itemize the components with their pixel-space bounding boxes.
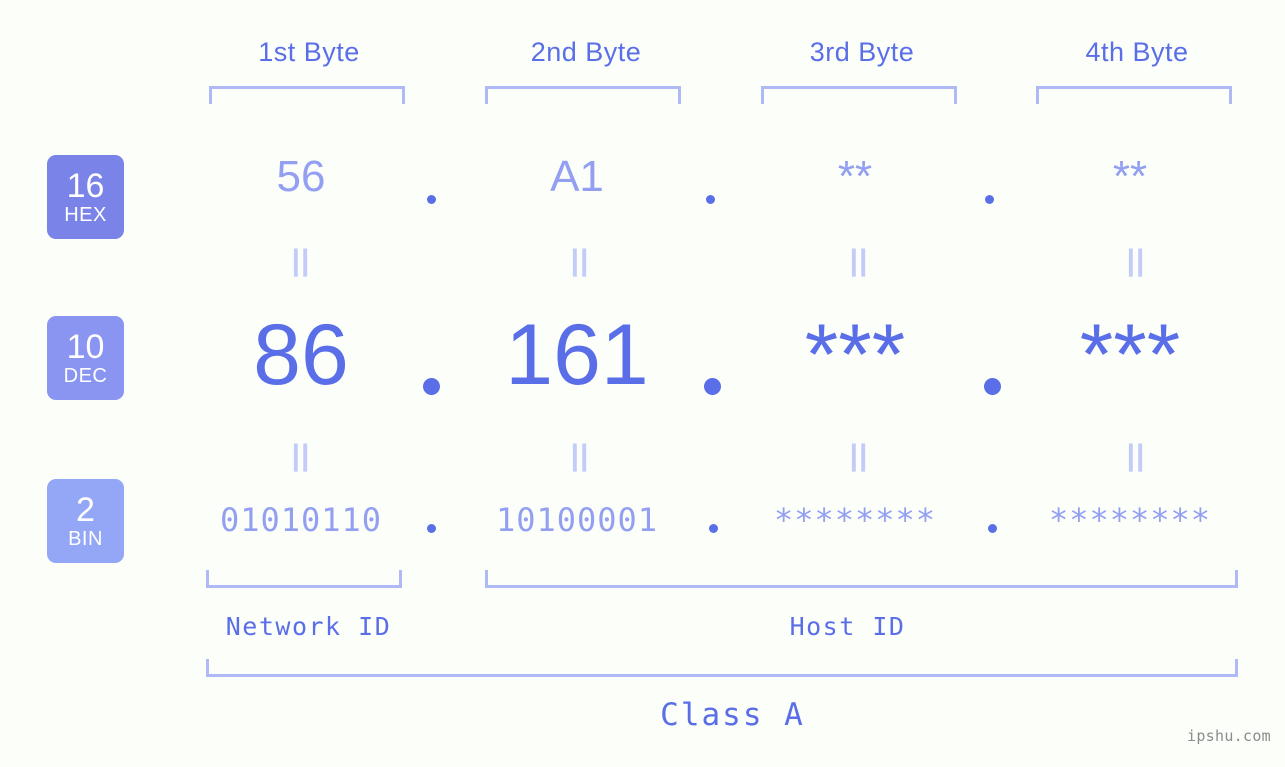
- base-badge-hex: 16 HEX: [47, 155, 124, 239]
- equality-mark-hex-dec-1: ||: [291, 244, 311, 277]
- bin-value-byte-4: ********: [1048, 501, 1212, 539]
- byte-header-label-3: 3rd Byte: [809, 37, 915, 67]
- dec-dot-separator-1: [423, 378, 440, 395]
- base-badge-dec-number: 10: [66, 328, 105, 366]
- byte-bracket-3: [761, 86, 957, 104]
- equality-mark-dec-bin-4: ||: [1126, 439, 1146, 472]
- bin-value-byte-1: 01010110: [219, 501, 383, 539]
- equality-mark-hex-dec-4: ||: [1126, 244, 1146, 277]
- base-badge-dec: 10 DEC: [47, 316, 124, 400]
- hex-dot-separator-1: [427, 195, 436, 204]
- bin-dot-separator-1: [427, 524, 436, 533]
- base-badge-bin-number: 2: [76, 491, 95, 529]
- equality-mark-dec-bin-1: ||: [291, 439, 311, 472]
- byte-bracket-2: [485, 86, 681, 104]
- hex-value-byte-1: 56: [276, 152, 326, 201]
- bin-value-byte-3: ********: [773, 501, 937, 539]
- host-id-label: Host ID: [789, 612, 906, 641]
- dec-value-byte-2: 161: [505, 307, 649, 403]
- base-badge-dec-name: DEC: [63, 365, 108, 387]
- byte-header-label-2: 2nd Byte: [530, 37, 642, 67]
- site-watermark: ipshu.com: [1187, 727, 1271, 745]
- dec-value-byte-1: 86: [253, 307, 349, 403]
- equality-mark-hex-dec-3: ||: [849, 244, 869, 277]
- hex-value-byte-2: A1: [550, 152, 604, 201]
- hex-dot-separator-3: [985, 195, 994, 204]
- hex-dot-separator-2: [706, 195, 715, 204]
- ip-address-breakdown-diagram: 1st Byte 2nd Byte 3rd Byte 4th Byte 16 H…: [0, 0, 1285, 767]
- host-id-bracket: [485, 570, 1238, 588]
- byte-bracket-4: [1036, 86, 1232, 104]
- dec-value-byte-3: ***: [804, 307, 906, 403]
- base-badge-bin-name: BIN: [68, 528, 103, 550]
- base-badge-bin: 2 BIN: [47, 479, 124, 563]
- class-bracket: [206, 659, 1238, 677]
- bin-dot-separator-3: [988, 524, 997, 533]
- equality-mark-dec-bin-2: ||: [570, 439, 590, 472]
- byte-bracket-1: [209, 86, 405, 104]
- class-label: Class A: [660, 697, 805, 733]
- base-badge-hex-name: HEX: [64, 204, 107, 226]
- network-id-bracket: [206, 570, 402, 588]
- byte-header-label-4: 4th Byte: [1085, 37, 1189, 67]
- equality-mark-hex-dec-2: ||: [570, 244, 590, 277]
- equality-mark-dec-bin-3: ||: [849, 439, 869, 472]
- base-badge-hex-number: 16: [66, 167, 105, 205]
- byte-header-label-1: 1st Byte: [258, 37, 360, 67]
- dec-dot-separator-3: [984, 378, 1001, 395]
- dec-dot-separator-2: [704, 378, 721, 395]
- dec-value-byte-4: ***: [1079, 307, 1181, 403]
- bin-value-byte-2: 10100001: [495, 501, 659, 539]
- network-id-label: Network ID: [225, 612, 392, 641]
- hex-value-byte-3: **: [837, 152, 873, 201]
- bin-dot-separator-2: [709, 524, 718, 533]
- hex-value-byte-4: **: [1112, 152, 1148, 201]
